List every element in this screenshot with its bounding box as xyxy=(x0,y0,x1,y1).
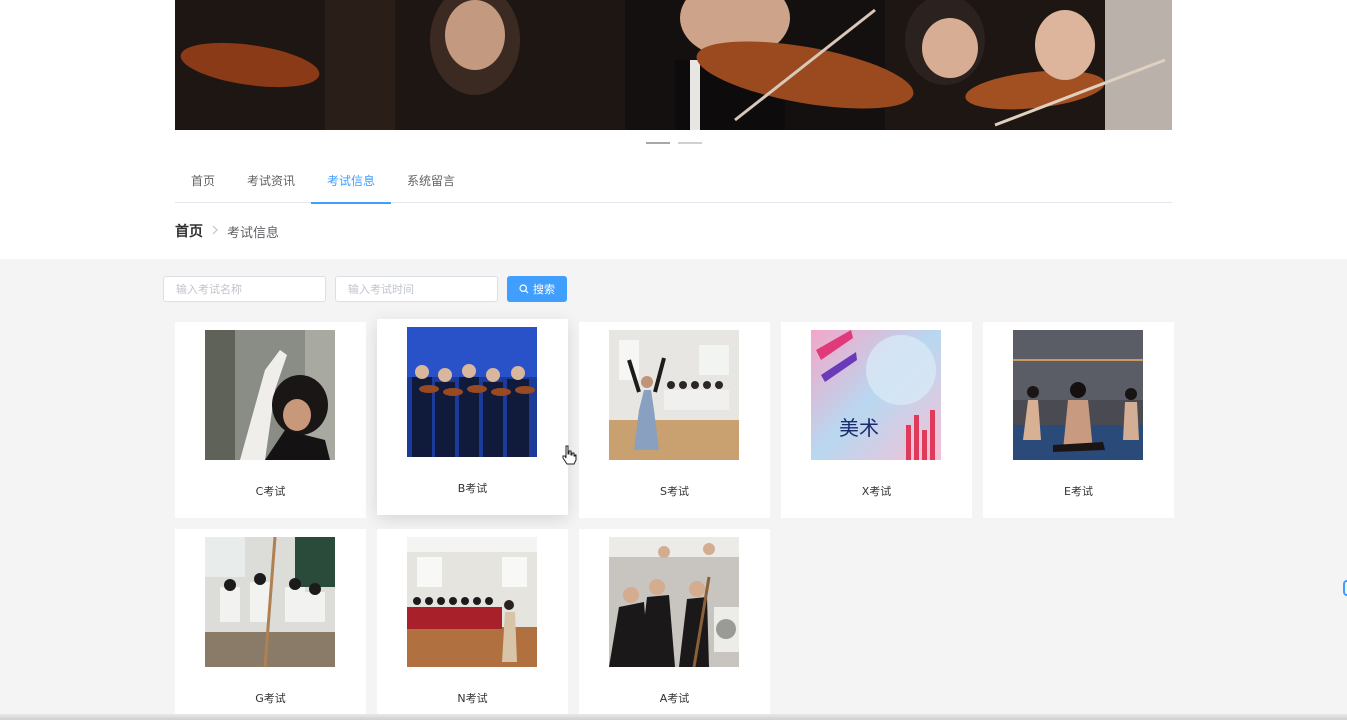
exam-card-g[interactable]: G考试 xyxy=(175,529,366,720)
search-button-label: 搜索 xyxy=(533,283,555,296)
breadcrumb-current: 考试信息 xyxy=(227,225,280,241)
card-title: G考试 xyxy=(255,692,286,705)
search-bar: 搜索 xyxy=(163,276,567,302)
exam-card-s[interactable]: S考试 xyxy=(579,322,770,518)
breadcrumb: 首页 考试信息 xyxy=(175,221,280,241)
art-poster-image: 美术 xyxy=(811,330,941,460)
back-to-top-icon[interactable] xyxy=(1343,580,1347,596)
dance-audition-photo xyxy=(609,330,739,460)
bottom-edge xyxy=(0,714,1347,720)
carousel-indicators xyxy=(646,142,702,144)
carousel-dot[interactable] xyxy=(646,142,670,144)
card-title: A考试 xyxy=(659,692,690,705)
ballet-class-photo xyxy=(1013,330,1143,460)
breadcrumb-separator-icon xyxy=(211,224,219,238)
tab-home[interactable]: 首页 xyxy=(175,158,231,203)
exam-card-n[interactable]: N考试 xyxy=(377,529,568,720)
card-title: B考试 xyxy=(457,482,488,495)
search-icon xyxy=(519,284,529,294)
exam-name-input[interactable] xyxy=(163,276,326,302)
drawing-students-photo xyxy=(609,537,739,667)
carousel-dot[interactable] xyxy=(678,142,702,144)
tab-exam-info[interactable]: 考试信息 xyxy=(311,158,392,204)
card-title: N考试 xyxy=(457,692,488,705)
exam-card-b[interactable]: B考试 xyxy=(377,319,568,515)
breadcrumb-home[interactable]: 首页 xyxy=(175,221,203,241)
exam-card-c[interactable]: C考试 xyxy=(175,322,366,518)
header-area: 首页 考试资讯 考试信息 系统留言 首页 考试信息 xyxy=(0,0,1347,259)
exam-hall-photo xyxy=(407,537,537,667)
svg-text:美术: 美术 xyxy=(839,416,879,440)
exam-time-input[interactable] xyxy=(335,276,498,302)
card-title: X考试 xyxy=(861,485,892,498)
sketch-class-photo xyxy=(205,537,335,667)
orchestra-banner-image xyxy=(175,0,1172,130)
exam-card-x[interactable]: 美术 X考试 xyxy=(781,322,972,518)
card-title: E考试 xyxy=(1064,485,1093,498)
banner-carousel[interactable] xyxy=(175,0,1172,130)
violin-ensemble-photo xyxy=(407,327,537,457)
main-nav: 首页 考试资讯 考试信息 系统留言 xyxy=(175,158,1172,204)
card-title: C考试 xyxy=(255,485,286,498)
search-button[interactable]: 搜索 xyxy=(507,276,567,302)
exam-card-a[interactable]: A考试 xyxy=(579,529,770,720)
exam-card-e[interactable]: E考试 xyxy=(983,322,1174,518)
exam-card-grid: C考试 B考试 S考试 美术 X考试 E考试 G考试 N考试 A考试 xyxy=(175,319,1174,720)
card-title: S考试 xyxy=(660,485,689,498)
tab-exam-news[interactable]: 考试资讯 xyxy=(231,158,311,203)
dance-stretch-photo xyxy=(205,330,335,460)
tab-system-message[interactable]: 系统留言 xyxy=(391,158,471,203)
